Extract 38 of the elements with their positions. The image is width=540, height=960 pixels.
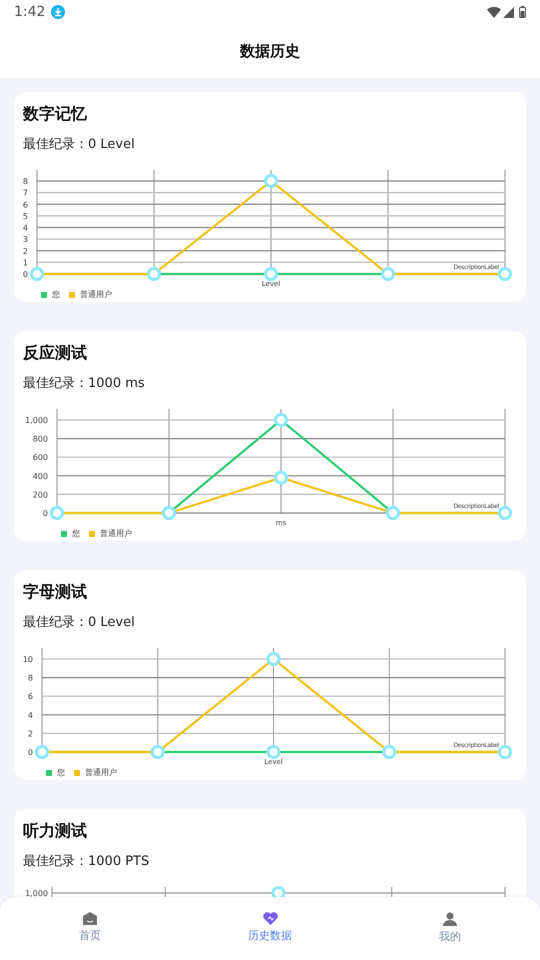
y-tick-label: 600: [32, 453, 48, 462]
legend-label: 普通用户: [100, 528, 132, 540]
page-title: 数据历史: [240, 40, 300, 62]
legend-label: 普通用户: [85, 767, 117, 779]
legend-label: 普通用户: [80, 289, 112, 301]
legend-label: 您: [57, 767, 65, 779]
card-title: 字母测试: [23, 581, 87, 603]
y-tick-label: 0: [22, 270, 28, 279]
best-record: 最佳纪录：1000 PTS: [23, 853, 150, 871]
y-tick-label: 3: [22, 235, 28, 244]
legend-label: 您: [72, 528, 80, 540]
card-title: 反应测试: [23, 342, 87, 364]
card-title: 听力测试: [23, 820, 87, 842]
y-tick-label: 6: [22, 200, 28, 210]
best-record: 最佳纪录：0 Level: [23, 136, 135, 154]
y-tick-label: 2: [28, 729, 33, 738]
y-tick-label: 4: [28, 710, 33, 720]
best-record: 最佳纪录：0 Level: [23, 614, 135, 632]
y-tick-label: 8: [28, 674, 33, 683]
y-tick-label: 1,000: [25, 889, 48, 897]
y-tick-label: 400: [32, 472, 48, 481]
y-tick-label: 1: [22, 258, 28, 268]
y-tick-label: 6: [28, 692, 33, 702]
card-title: 数字记忆: [23, 103, 87, 125]
status-time: 1:42: [14, 2, 46, 22]
y-tick-label: 5: [22, 212, 28, 221]
y-tick-label: 8: [22, 177, 28, 186]
y-tick-label: 0: [28, 748, 33, 757]
y-tick-label: 2: [22, 246, 28, 256]
y-tick-label: 1,000: [25, 416, 48, 425]
y-tick-label: 4: [22, 224, 28, 232]
y-tick-label: 800: [32, 434, 48, 444]
y-tick-label: 0: [42, 509, 48, 518]
y-tick-label: 10: [22, 655, 33, 664]
legend-label: 您: [52, 289, 60, 301]
y-tick-label: 200: [32, 490, 48, 500]
best-record: 最佳纪录：1000 ms: [23, 375, 145, 393]
y-tick-label: 7: [22, 188, 28, 198]
